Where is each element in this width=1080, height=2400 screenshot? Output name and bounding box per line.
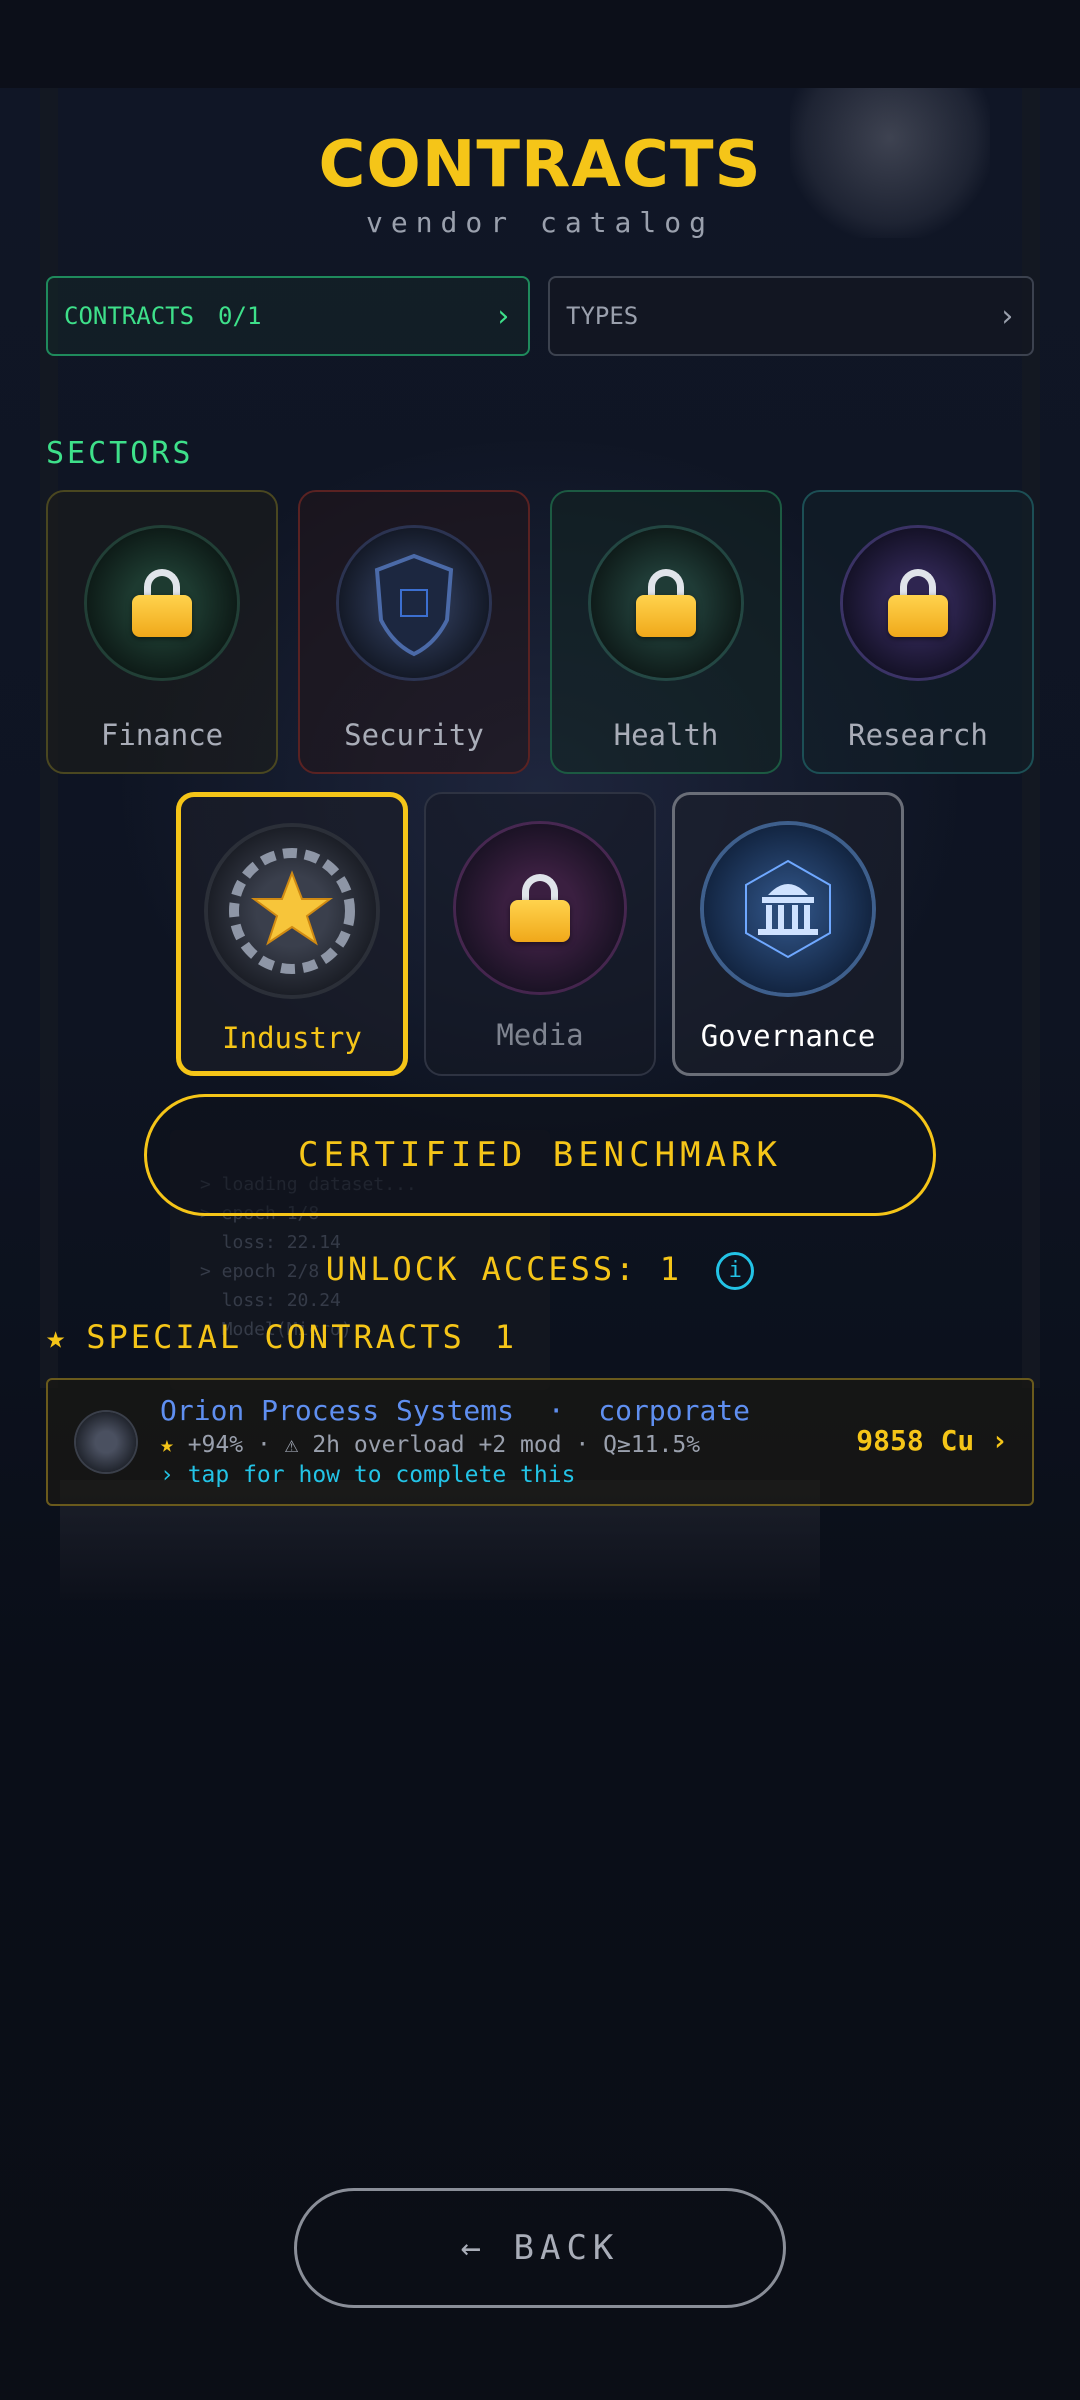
page-title: CONTRACTS: [318, 128, 762, 202]
sector-tile-health[interactable]: Health: [550, 490, 782, 774]
finance-chart-icon: [87, 528, 237, 678]
certified-benchmark-button[interactable]: CERTIFIED BENCHMARK: [144, 1094, 936, 1216]
sector-label: Finance: [100, 718, 224, 752]
contract-hint-link[interactable]: › tap for how to complete this: [160, 1462, 575, 1488]
unlock-access-label: UNLOCK ACCESS:: [325, 1250, 638, 1288]
gear-star-icon: [208, 827, 376, 995]
contracts-filter-button[interactable]: CONTRACTS 0/1 ›: [46, 276, 530, 356]
shield-icon: [339, 528, 489, 678]
unlock-access-value: 1: [659, 1250, 682, 1288]
sector-label: Health: [613, 718, 719, 752]
sector-tile-security[interactable]: Security: [298, 490, 530, 774]
lock-icon: [888, 569, 948, 637]
gear-emblem-icon: [76, 1412, 136, 1472]
sector-tile-governance[interactable]: Governance: [672, 792, 904, 1076]
special-contracts-title: SPECIAL CONTRACTS: [86, 1318, 465, 1356]
lock-icon: [132, 569, 192, 637]
info-icon[interactable]: i: [716, 1252, 755, 1290]
sector-label: Research: [848, 718, 988, 752]
contract-stats: ★ +94% · ⚠ 2h overload +2 mod · Q≥11.5%: [160, 1432, 701, 1458]
star-icon: ★: [160, 1432, 174, 1458]
atom-icon: [843, 528, 993, 678]
types-filter-button[interactable]: TYPES ›: [548, 276, 1034, 356]
soundwave-icon: [456, 824, 624, 992]
sector-tile-finance[interactable]: Finance: [46, 490, 278, 774]
special-contracts-count: 1: [494, 1318, 518, 1356]
sector-tile-industry[interactable]: Industry: [176, 792, 408, 1076]
sector-label: Security: [344, 718, 484, 752]
sector-label: Governance: [700, 1019, 876, 1053]
lock-icon: [510, 874, 570, 942]
star-icon: ★: [46, 1318, 69, 1356]
sectors-heading: SECTORS: [46, 436, 194, 471]
unlock-access: UNLOCK ACCESS: 1 i: [0, 1250, 1080, 1290]
dna-heartbeat-icon: [591, 528, 741, 678]
contracts-filter-label: CONTRACTS 0/1: [64, 302, 262, 330]
sector-label: Industry: [222, 1021, 362, 1055]
contracts-count: 0/1: [218, 302, 262, 330]
sector-tile-media[interactable]: Media: [424, 792, 656, 1076]
contract-price: 9858 Cu ›: [856, 1424, 1008, 1457]
back-button[interactable]: ← BACK: [294, 2188, 786, 2308]
contract-card[interactable]: Orion Process Systems · corporate ★ +94%…: [46, 1378, 1034, 1506]
page-subtitle: vendor catalog: [365, 206, 714, 239]
sector-label: Media: [496, 1018, 584, 1052]
chevron-right-icon: ›: [493, 298, 512, 334]
special-contracts-heading: ★ SPECIAL CONTRACTS 1: [46, 1318, 517, 1356]
contract-name: Orion Process Systems · corporate: [160, 1394, 751, 1427]
sector-tile-research[interactable]: Research: [802, 490, 1034, 774]
chevron-right-icon: ›: [997, 298, 1016, 334]
status-bar: [0, 0, 1080, 88]
capitol-building-icon: [704, 825, 872, 993]
types-filter-label: TYPES: [566, 302, 639, 330]
lock-icon: [636, 569, 696, 637]
